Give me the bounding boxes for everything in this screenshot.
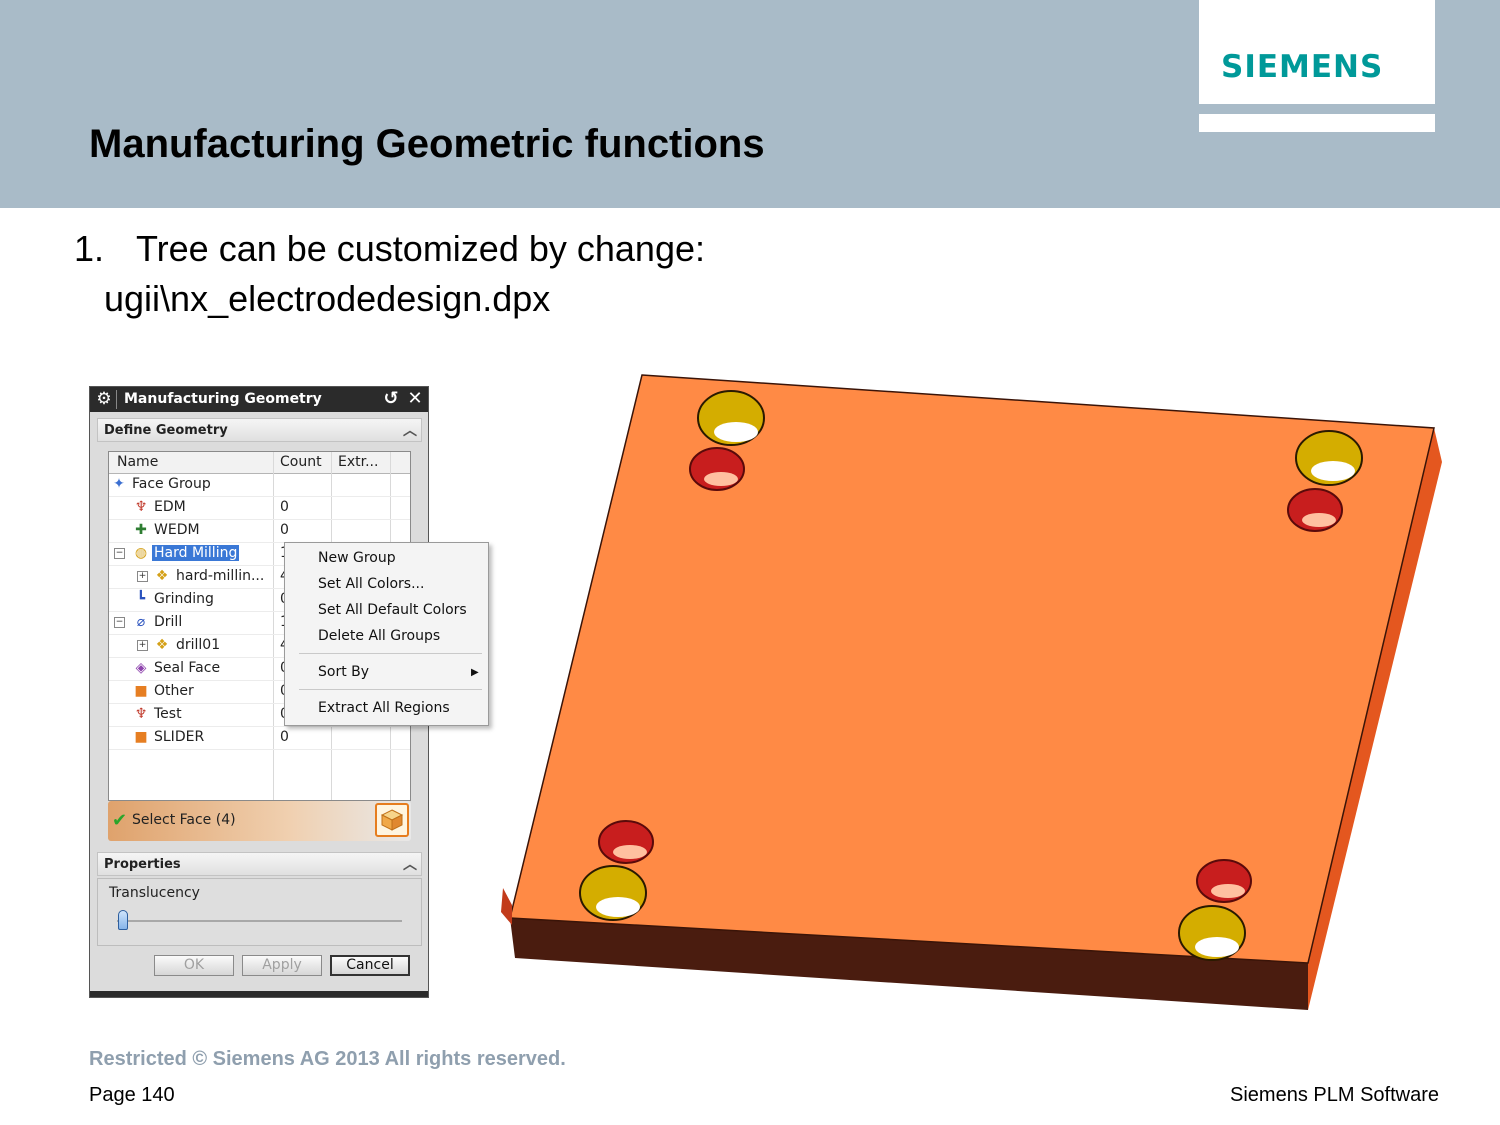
plate-corner-sliver — [501, 888, 512, 925]
hole-bottom-left-upper — [598, 820, 654, 864]
hole-bottom-left-lower — [579, 865, 647, 921]
hole-bottom-right-upper — [1196, 859, 1252, 903]
hole-top-right-upper — [1295, 430, 1363, 486]
hole-bottom-right-lower — [1178, 905, 1246, 961]
footer-restricted-notice: Restricted © Siemens AG 2013 All rights … — [89, 1048, 566, 1070]
footer-brand: Siemens PLM Software — [1230, 1084, 1439, 1106]
hole-top-right-lower — [1287, 488, 1343, 532]
plate-model-view — [501, 374, 1442, 1010]
footer-page-number: Page 140 — [89, 1084, 175, 1106]
hole-top-left-upper — [697, 390, 765, 446]
hole-top-left-lower — [689, 447, 745, 491]
plate-top-face — [509, 374, 1435, 964]
